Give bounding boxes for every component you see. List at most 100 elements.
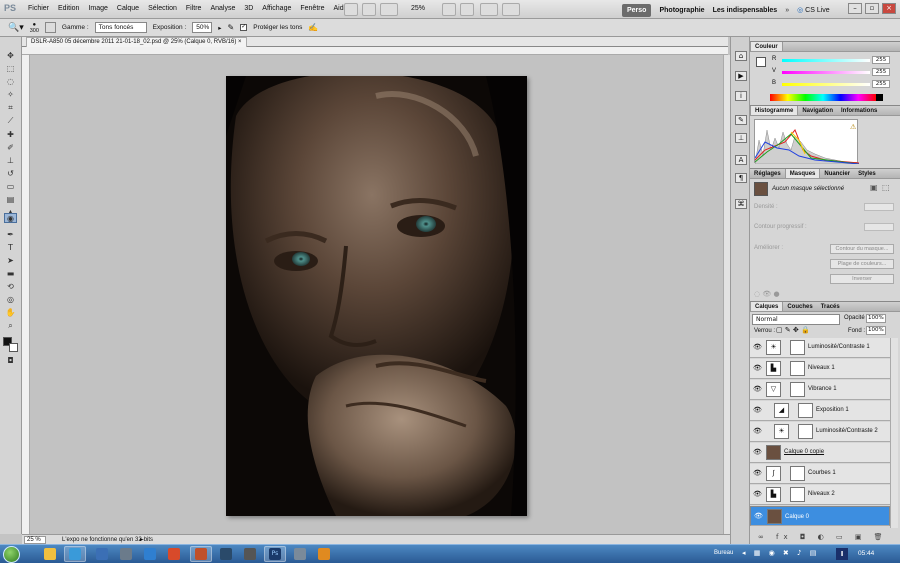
color-ramp-black[interactable]: [876, 94, 883, 101]
vertical-ruler[interactable]: [22, 55, 30, 534]
fill-input[interactable]: 100%: [866, 326, 886, 335]
hand-tool-icon[interactable]: [442, 3, 456, 16]
tool-presets-panel-icon[interactable]: ⌘: [735, 199, 747, 209]
layer-row[interactable]: 👁 ▙ Niveaux 2: [750, 485, 890, 505]
visibility-eye-icon[interactable]: 👁: [754, 513, 763, 521]
layer-row[interactable]: 👁 ◢ Exposition 1: [750, 401, 890, 421]
color-v-slider[interactable]: [782, 71, 870, 74]
layer-mask-thumbnail[interactable]: [790, 340, 805, 355]
menu-item[interactable]: Edition: [58, 5, 79, 12]
layer-row[interactable]: 👁 ☀ Luminosité/Contraste 1: [750, 338, 890, 358]
rotate-view-icon[interactable]: [460, 3, 474, 16]
view-extras-icon[interactable]: [380, 3, 398, 16]
brush-preset-picker[interactable]: ● 300: [30, 22, 39, 34]
start-button[interactable]: [3, 546, 20, 563]
color-b-slider[interactable]: [782, 83, 870, 86]
tab-traces[interactable]: Tracés: [817, 302, 844, 311]
taskbar-app-icon[interactable]: [294, 548, 306, 560]
type-tool-icon[interactable]: T: [4, 243, 17, 253]
layer-mask-thumbnail[interactable]: [790, 487, 805, 502]
menu-item[interactable]: Filtre: [186, 5, 202, 12]
airbrush-icon[interactable]: ✎: [228, 23, 235, 32]
exposure-input[interactable]: 50%: [192, 22, 213, 33]
density-input[interactable]: [864, 203, 894, 211]
minimize-icon[interactable]: –: [848, 3, 862, 14]
tab-couleur[interactable]: Couleur: [750, 42, 783, 51]
histogram-warning-icon[interactable]: ⚠: [850, 123, 856, 131]
taskbar-app-icon[interactable]: [120, 548, 132, 560]
taskbar-app-icon[interactable]: [144, 548, 156, 560]
layer-row[interactable]: 👁 ☀ Luminosité/Contraste 2: [750, 422, 890, 442]
quick-selection-tool-icon[interactable]: ✧: [4, 90, 17, 100]
burn-tool-preset-icon[interactable]: 🔍▾: [8, 22, 24, 33]
taskbar-app-icon[interactable]: [220, 548, 232, 560]
color-r-slider[interactable]: [782, 59, 870, 62]
eraser-tool-icon[interactable]: ▭: [4, 182, 17, 192]
tab-styles[interactable]: Styles: [854, 169, 880, 178]
menu-item[interactable]: Fenêtre: [300, 5, 324, 12]
layer-row[interactable]: 👁 ∫ Courbes 1: [750, 464, 890, 484]
color-b-value[interactable]: 255: [872, 80, 890, 88]
eyedropper-tool-icon[interactable]: ⟋: [4, 116, 17, 126]
pen-tool-icon[interactable]: ✒: [4, 230, 17, 240]
taskbar-app-icon[interactable]: [318, 548, 330, 560]
taskbar-app-icon[interactable]: [168, 548, 180, 560]
system-tray-icons[interactable]: ◂ ▦ ◉ ✖ ♪ ▤: [742, 549, 819, 557]
layer-mask-thumbnail[interactable]: [790, 361, 805, 376]
range-select[interactable]: Tons foncés: [94, 22, 147, 33]
protect-tones-checkbox[interactable]: ✓: [240, 24, 248, 31]
status-menu-icon[interactable]: ▸: [140, 536, 143, 543]
visibility-eye-icon[interactable]: 👁: [753, 344, 762, 352]
history-panel-icon[interactable]: ⌂: [735, 51, 747, 61]
workspace-perso[interactable]: Perso: [622, 3, 652, 17]
lasso-tool-icon[interactable]: ◌: [4, 77, 17, 87]
mini-bridge-icon[interactable]: [362, 3, 376, 16]
actions-panel-icon[interactable]: ▶: [735, 71, 747, 81]
layer-row[interactable]: 👁 ▽ Vibrance 1: [750, 380, 890, 400]
color-spectrum-ramp[interactable]: [770, 94, 876, 101]
workspace-photographie[interactable]: Photographie: [659, 7, 704, 14]
vector-mask-icon[interactable]: ⬚: [882, 183, 890, 192]
visibility-eye-icon[interactable]: 👁: [753, 470, 762, 478]
mask-footer-icons[interactable]: ◌ 👁 ●: [754, 290, 780, 298]
tray-info-icon[interactable]: I: [836, 548, 848, 560]
tablet-pressure-icon[interactable]: ✍: [308, 23, 318, 32]
cs-live-button[interactable]: ◎ CS Live: [797, 6, 830, 14]
info-panel-icon[interactable]: i: [735, 91, 747, 101]
layer-row-selected[interactable]: 👁 Calque 0: [750, 506, 890, 526]
3d-orbit-tool-icon[interactable]: ◎: [4, 295, 17, 305]
shape-tool-icon[interactable]: ▬: [4, 269, 17, 279]
tab-navigation[interactable]: Navigation: [798, 106, 837, 115]
layer-mask-thumbnail[interactable]: [798, 424, 813, 439]
tab-reglages[interactable]: Réglages: [750, 169, 785, 178]
zoom-tool-icon[interactable]: ⌕: [4, 321, 17, 331]
color-r-value[interactable]: 255: [872, 56, 890, 64]
tray-desktop-label[interactable]: Bureau: [714, 550, 733, 556]
brush-tool-icon[interactable]: ✐: [4, 143, 17, 153]
tab-informations[interactable]: Informations: [837, 106, 881, 115]
zoom-level-menu[interactable]: 25%: [411, 5, 425, 12]
3d-rotate-tool-icon[interactable]: ⟲: [4, 282, 17, 292]
close-icon[interactable]: ×: [882, 3, 896, 14]
character-panel-icon[interactable]: A: [735, 155, 747, 165]
tab-masques[interactable]: Masques: [784, 169, 821, 178]
color-v-value[interactable]: 255: [872, 68, 890, 76]
pixel-mask-icon[interactable]: ▣: [870, 183, 878, 192]
layer-row[interactable]: 👁 ▙ Niveaux 1: [750, 359, 890, 379]
screen-mode-icon[interactable]: [502, 3, 520, 16]
menu-item[interactable]: 3D: [244, 5, 253, 12]
visibility-eye-icon[interactable]: 👁: [753, 491, 762, 499]
arrange-documents-icon[interactable]: [480, 3, 498, 16]
tab-couches[interactable]: Couches: [783, 302, 816, 311]
invert-button[interactable]: Inverser: [830, 274, 894, 284]
brush-panel-icon[interactable]: [44, 22, 56, 33]
color-foreground-swatch[interactable]: [756, 57, 766, 67]
tab-calques[interactable]: Calques: [750, 302, 784, 311]
visibility-eye-icon[interactable]: 👁: [753, 428, 762, 436]
path-selection-tool-icon[interactable]: ➤: [4, 256, 17, 266]
background-color-swatch[interactable]: [9, 343, 18, 352]
brushes-panel-icon[interactable]: ✎: [735, 115, 747, 125]
menu-item[interactable]: Fichier: [28, 5, 49, 12]
lock-icons[interactable]: ▢ ✎ ✥ 🔒: [776, 326, 810, 334]
visibility-eye-icon[interactable]: 👁: [753, 386, 762, 394]
